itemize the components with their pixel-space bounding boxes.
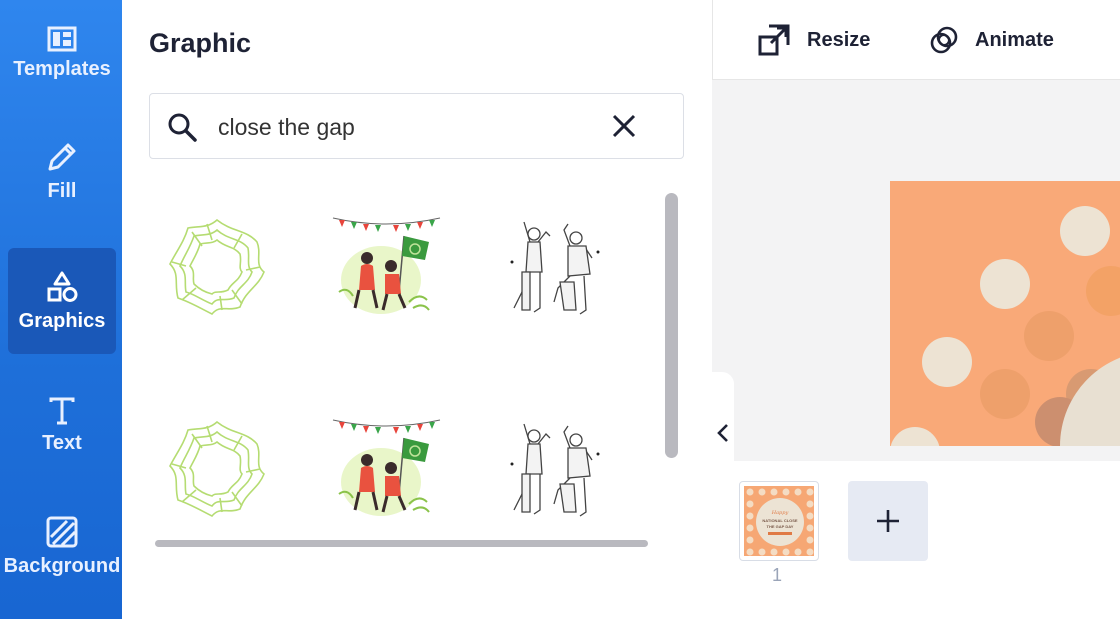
plus-icon [877,510,899,532]
resize-label: Resize [807,28,871,51]
decor-dot [890,427,940,446]
thumbnail-text-line: THE GAP DAY [767,524,794,529]
decor-dot [1024,311,1074,361]
resize-button[interactable]: Resize [757,20,870,60]
graphic-result-wreath[interactable] [149,202,284,332]
close-icon[interactable] [611,113,637,139]
collapse-panel-button[interactable] [712,372,734,494]
graphic-result-dancers[interactable] [484,404,619,534]
sidebar: Templates Fill Graphics Text Background [0,0,122,619]
graphics-panel: Graphic [122,0,712,619]
dancers-graphic [510,221,600,315]
thumbnail-design: Happy NATIONAL CLOSE THE GAP DAY [744,486,814,556]
vertical-scrollbar[interactable] [665,193,678,458]
shapes-icon [47,271,78,302]
page-thumbnail-preview: Happy NATIONAL CLOSE THE GAP DAY [744,486,814,556]
page-number: 1 [772,565,783,585]
wreath-graphic [168,218,265,316]
add-page-button[interactable] [848,481,928,561]
graphic-result-wreath[interactable] [149,404,284,534]
decor-dot [980,259,1030,309]
design-canvas[interactable] [890,181,1120,446]
graphic-result-celebration[interactable] [319,404,454,534]
decor-dot [1060,206,1110,256]
search-input[interactable] [216,108,600,146]
sidebar-item-label: Text [42,431,82,454]
chevron-left-icon [717,424,728,442]
sidebar-item-graphics[interactable]: Graphics [8,248,116,354]
celebration-graphic [332,217,441,314]
sidebar-item-text[interactable]: Text [8,372,116,478]
thumbnail-text-line: Happy [771,510,789,516]
decor-dot [922,337,972,387]
animate-label: Animate [975,28,1054,51]
horizontal-scrollbar[interactable] [155,540,648,547]
search-box [149,93,684,159]
sidebar-item-label: Graphics [18,309,106,332]
sidebar-item-fill[interactable]: Fill [8,118,116,224]
decor-dot [1086,266,1120,316]
sidebar-item-templates[interactable]: Templates [8,0,116,106]
dancers-graphic [510,423,600,517]
decor-dot [980,369,1030,419]
sidebar-item-label: Background [3,554,121,577]
pencil-icon [48,143,76,170]
panel-title: Graphic [149,28,252,58]
background-icon [46,516,78,547]
graphics-results-grid [149,190,649,530]
sidebar-item-label: Fill [47,179,77,202]
resize-icon [758,24,790,56]
animate-button[interactable]: Animate [929,20,1054,60]
text-icon [49,397,75,424]
search-icon [168,113,197,142]
sidebar-item-background[interactable]: Background [4,493,120,599]
celebration-graphic [332,419,441,516]
page-thumbnail[interactable]: Happy NATIONAL CLOSE THE GAP DAY [739,481,819,561]
canvas-area [712,80,1120,461]
templates-icon [47,26,77,51]
thumbnail-text-line: NATIONAL CLOSE [762,518,798,523]
graphic-result-dancers[interactable] [484,202,619,332]
sidebar-item-label: Templates [13,57,111,80]
graphic-result-celebration[interactable] [319,202,454,332]
animate-icon [930,26,958,54]
wreath-graphic [168,420,265,518]
editor-toolbar: Resize Animate [712,0,1120,80]
